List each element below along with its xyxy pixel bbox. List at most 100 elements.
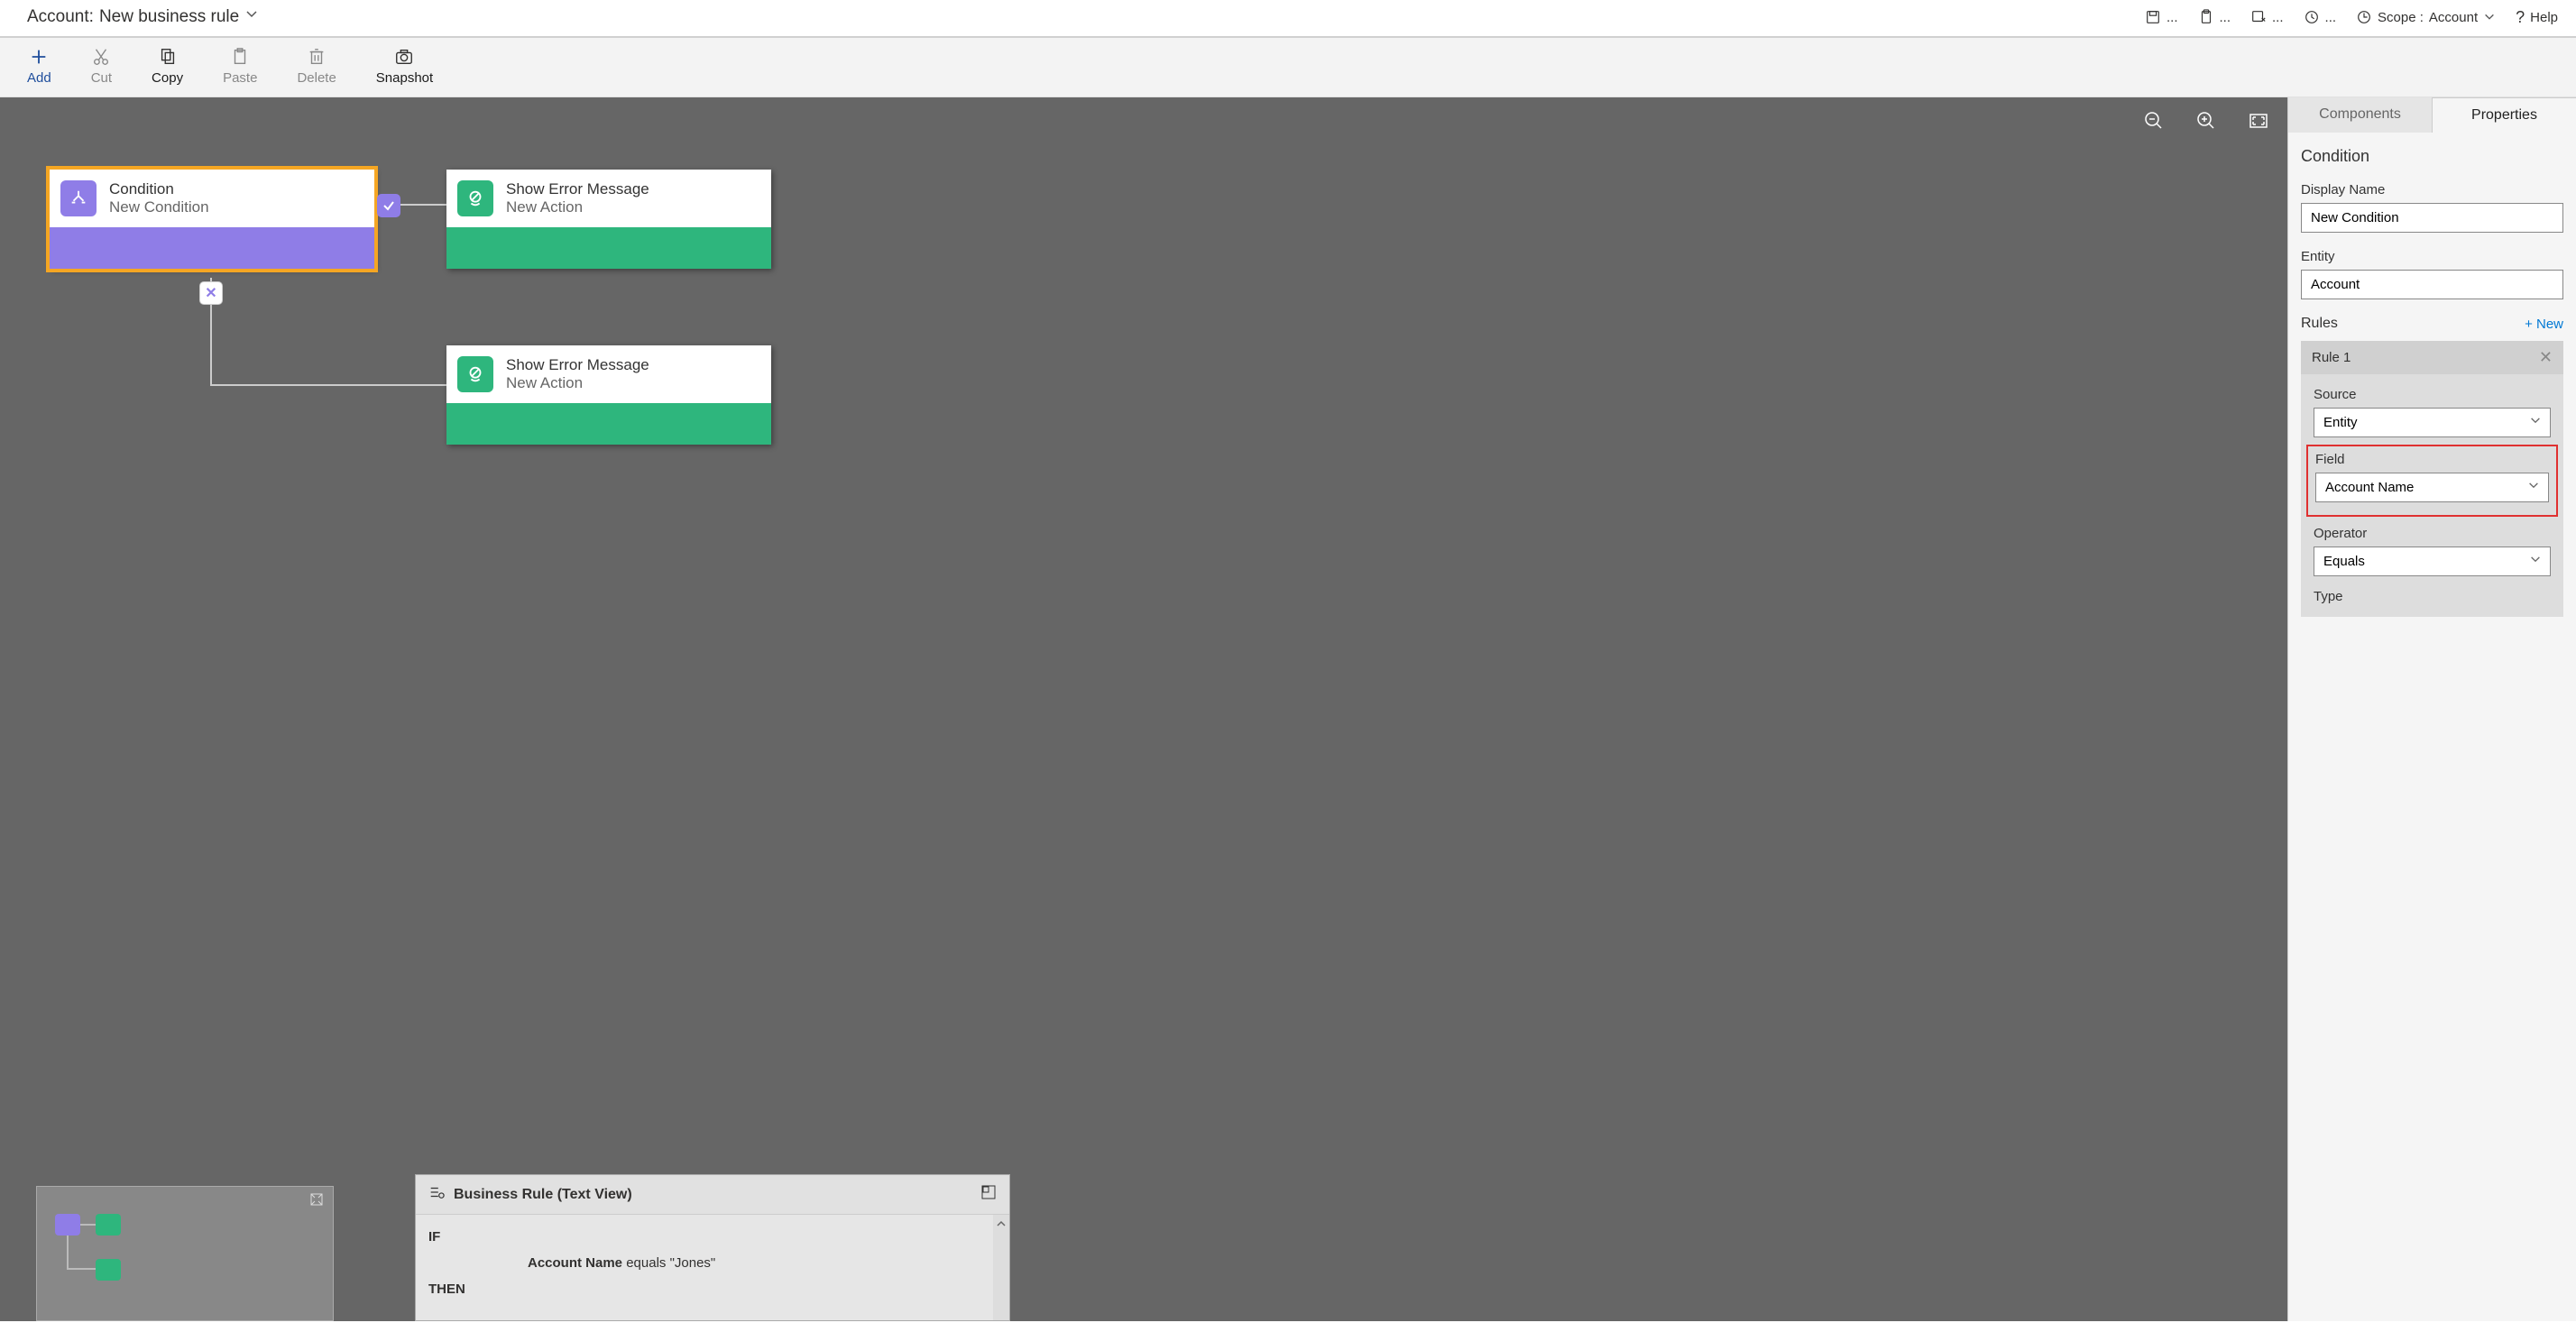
zoom-in-button[interactable] <box>2194 108 2219 133</box>
node-title: Condition <box>109 180 209 198</box>
copy-button[interactable]: Copy <box>152 47 183 86</box>
display-name-label: Display Name <box>2301 182 2563 198</box>
rule-fields: Source Field Operator <box>2301 374 2563 617</box>
scope-selector[interactable]: Scope : Account <box>2356 9 2496 25</box>
saveas-button[interactable]: ... <box>2250 9 2284 25</box>
text-view-header: Business Rule (Text View) <box>416 1175 1009 1215</box>
header-right: ... ... ... ... Scope : Account ? Help <box>2145 8 2558 27</box>
field-select[interactable] <box>2315 473 2549 502</box>
rule-name: New business rule <box>99 7 239 27</box>
minimap-expand-icon[interactable] <box>309 1192 324 1211</box>
camera-icon <box>394 47 414 67</box>
false-branch-icon[interactable]: ✕ <box>199 281 223 305</box>
activate-button[interactable]: ... <box>2304 9 2337 25</box>
header-bar: Account: New business rule ... ... ... .… <box>0 0 2576 38</box>
true-branch-icon[interactable] <box>377 194 400 217</box>
action-node-2[interactable]: Show Error Message New Action <box>446 345 771 445</box>
copy-icon <box>158 47 178 67</box>
condition-icon <box>60 180 97 216</box>
minimap-line <box>67 1236 69 1270</box>
condition-node[interactable]: Condition New Condition <box>50 170 374 269</box>
rules-label: Rules <box>2301 316 2338 332</box>
fit-button[interactable] <box>2246 108 2271 133</box>
action-node-1[interactable]: Show Error Message New Action <box>446 170 771 269</box>
node-title: Show Error Message <box>506 180 649 198</box>
node-footer <box>446 403 771 445</box>
then-keyword: THEN <box>428 1281 483 1297</box>
scrollbar[interactable] <box>993 1215 1009 1320</box>
add-button[interactable]: Add <box>27 47 51 86</box>
text-view-cond-line: Account Name equals "Jones" <box>428 1250 997 1276</box>
help-label: Help <box>2530 10 2558 25</box>
scope-label: Scope : <box>2378 10 2424 25</box>
node-subtitle: New Action <box>506 198 649 216</box>
help-button[interactable]: ? Help <box>2516 8 2558 27</box>
minimap-line <box>80 1224 96 1226</box>
node-footer <box>446 227 771 269</box>
display-name-input[interactable] <box>2301 203 2563 233</box>
cut-button[interactable]: Cut <box>91 47 112 86</box>
field-highlight: Field <box>2306 445 2558 517</box>
if-keyword: IF <box>428 1229 483 1245</box>
trash-icon <box>307 47 327 67</box>
entity-input[interactable] <box>2301 270 2563 299</box>
minimap[interactable] <box>36 1186 334 1321</box>
node-subtitle: New Condition <box>109 198 209 216</box>
minimap-line <box>67 1268 96 1270</box>
minimap-node <box>55 1214 80 1236</box>
rule-box: Rule 1 ✕ Source Field <box>2301 341 2563 617</box>
field-label: Field <box>2315 452 2549 467</box>
minimap-node <box>96 1214 121 1236</box>
save-button[interactable]: ... <box>2145 9 2178 25</box>
entity-prefix: Account: <box>27 7 94 27</box>
node-labels: Show Error Message New Action <box>506 356 649 392</box>
close-icon[interactable]: ✕ <box>2539 348 2553 367</box>
node-header: Condition New Condition <box>50 170 374 227</box>
node-header: Show Error Message New Action <box>446 345 771 403</box>
zoom-out-button[interactable] <box>2141 108 2167 133</box>
connector-line <box>210 384 446 386</box>
delete-button[interactable]: Delete <box>297 47 336 86</box>
clipboard-icon <box>230 47 250 67</box>
text-view-body: IF Account Name equals "Jones" THEN <box>416 1215 1009 1320</box>
plus-icon <box>29 47 49 67</box>
scope-value: Account <box>2429 10 2478 25</box>
validate-button[interactable]: ... <box>2198 9 2231 25</box>
tab-properties[interactable]: Properties <box>2432 97 2576 133</box>
canvas-controls <box>2141 108 2271 133</box>
toolbar: Add Cut Copy Paste Delete Snapshot <box>0 38 2576 97</box>
rule-title-bar: Rule 1 ✕ <box>2301 341 2563 374</box>
rules-header: Rules + New <box>2301 316 2563 332</box>
main-layout: Condition New Condition ✕ Show Error Mes… <box>0 97 2576 1321</box>
node-labels: Show Error Message New Action <box>506 180 649 216</box>
chevron-down-icon[interactable] <box>244 7 259 27</box>
tab-components[interactable]: Components <box>2288 97 2432 133</box>
header-left: Account: New business rule <box>27 7 259 27</box>
node-title: Show Error Message <box>506 356 649 374</box>
rule-title: Rule 1 <box>2312 350 2351 365</box>
operator-label: Operator <box>2314 526 2551 541</box>
source-select[interactable] <box>2314 408 2551 437</box>
snapshot-button[interactable]: Snapshot <box>376 47 433 86</box>
node-subtitle: New Action <box>506 374 649 392</box>
node-footer <box>50 227 374 269</box>
text-view-panel: Business Rule (Text View) IF Account Nam… <box>415 1174 1010 1321</box>
scissors-icon <box>91 47 111 67</box>
minimap-node <box>96 1259 121 1281</box>
text-view-icon <box>428 1184 445 1205</box>
source-label: Source <box>2314 387 2551 402</box>
node-labels: Condition New Condition <box>109 180 209 216</box>
text-view-title: Business Rule (Text View) <box>454 1187 632 1203</box>
text-view-collapse-icon[interactable] <box>980 1184 997 1205</box>
canvas[interactable]: Condition New Condition ✕ Show Error Mes… <box>0 97 2287 1321</box>
paste-button[interactable]: Paste <box>223 47 257 86</box>
new-rule-link[interactable]: + New <box>2525 317 2563 332</box>
cond-field: Account Name <box>528 1255 622 1271</box>
error-message-icon <box>457 356 493 392</box>
text-view-if-line: IF <box>428 1224 997 1250</box>
error-message-icon <box>457 180 493 216</box>
operator-select[interactable] <box>2314 547 2551 576</box>
type-label: Type <box>2314 589 2551 604</box>
panel-body: Condition Display Name Entity Rules + Ne… <box>2288 133 2576 631</box>
text-view-then-line: THEN <box>428 1276 997 1302</box>
